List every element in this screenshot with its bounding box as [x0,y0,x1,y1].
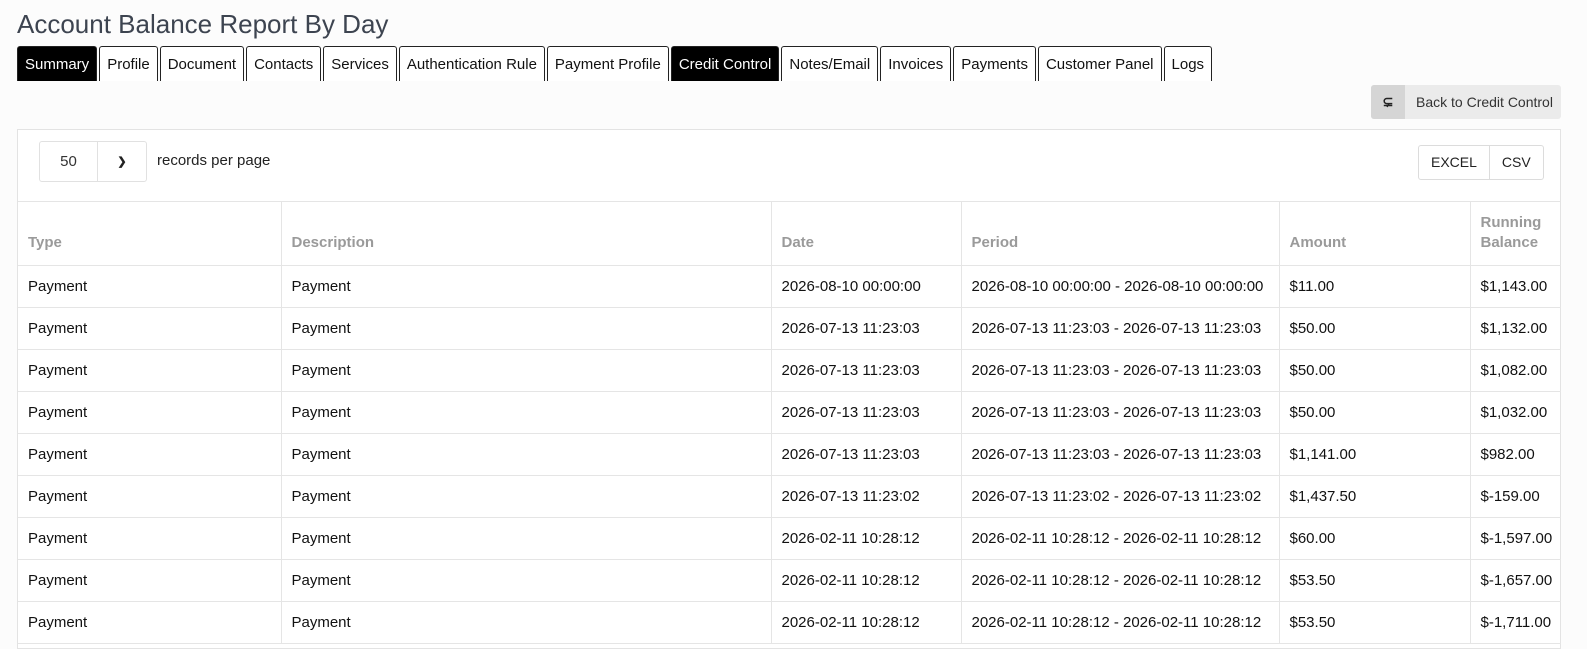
column-header-running-balance[interactable]: Running Balance [1470,202,1561,266]
column-header-description[interactable]: Description [281,202,772,266]
table-row: Payment Payment 2026-02-11 10:28:12 2026-02… [18,601,1561,644]
tab-summary[interactable]: Summary [17,46,98,81]
running-balance-cell: $1,032.00 [1470,391,1561,434]
running-balance-cell: $-1,657.00 [1470,559,1561,602]
tab-profile[interactable]: Profile [99,46,158,81]
records-per-page-value: 50 [40,142,98,181]
amount-cell: $1,141.00 [1279,433,1471,476]
running-balance-cell: $1,143.00 [1470,265,1561,308]
date-cell: 2026-07-13 11:23:03 [771,349,962,392]
back-arrow-icon: ⊊ [1371,85,1405,119]
tab-payment-profile[interactable]: Payment Profile [546,46,669,81]
table-row: Payment Payment 2026-07-13 11:23:02 2026-07… [18,475,1561,518]
back-to-credit-control-button[interactable]: ⊊ Back to Credit Control [1371,85,1561,119]
description-cell: Payment [281,307,772,350]
tab-notes-email[interactable]: Notes/Email [781,46,879,81]
running-balance-cell: $-159.00 [1470,475,1561,518]
table-row: Payment Payment 2026-02-11 10:28:12 2026-02… [18,559,1561,602]
description-cell: Payment [281,517,772,560]
tab-authentication-rule[interactable]: Authentication Rule [398,46,545,81]
amount-cell: $50.00 [1279,349,1471,392]
description-cell: Payment [281,265,772,308]
tab-customer-panel[interactable]: Customer Panel [1037,46,1162,81]
column-header-type[interactable]: Type [18,202,282,266]
type-cell: Payment [18,433,282,476]
type-cell: Payment [18,601,282,644]
period-cell: 2026-02-11 10:28:12 - 2026-02-11 10:28:1… [961,559,1280,602]
table-toolbar: 50 ❯ records per page EXCEL CSV [18,130,1560,202]
balance-table: Type Description Date Period Amount Running B… [18,202,1561,644]
description-cell: Payment [281,601,772,644]
tab-bar: Summary Profile Document Contacts Services Au… [17,46,1213,81]
type-cell: Payment [18,265,282,308]
period-cell: 2026-07-13 11:23:02 - 2026-07-13 11:23:0… [961,475,1280,518]
amount-cell: $11.00 [1279,265,1471,308]
period-cell: 2026-07-13 11:23:03 - 2026-07-13 11:23:0… [961,307,1280,350]
tab-credit-control[interactable]: Credit Control [670,46,780,81]
type-cell: Payment [18,475,282,518]
amount-cell: $53.50 [1279,601,1471,644]
records-per-page-label: records per page [157,152,271,169]
table-header-row: Type Description Date Period Amount Running B… [18,202,1561,266]
type-cell: Payment [18,559,282,602]
type-cell: Payment [18,391,282,434]
amount-cell: $53.50 [1279,559,1471,602]
running-balance-cell: $-1,597.00 [1470,517,1561,560]
table-body: Payment Payment 2026-08-10 00:00:00 2026-08… [18,265,1561,644]
description-cell: Payment [281,349,772,392]
records-per-page-select[interactable]: 50 ❯ [39,141,147,182]
date-cell: 2026-07-13 11:23:03 [771,307,962,350]
date-cell: 2026-07-13 11:23:03 [771,391,962,434]
type-cell: Payment [18,517,282,560]
period-cell: 2026-02-11 10:28:12 - 2026-02-11 10:28:1… [961,601,1280,644]
column-header-period[interactable]: Period [961,202,1280,266]
running-balance-cell: $-1,711.00 [1470,601,1561,644]
chevron-down-icon[interactable]: ❯ [98,142,146,181]
table-row: Payment Payment 2026-08-10 00:00:00 2026-08… [18,265,1561,308]
excel-export-button[interactable]: EXCEL [1419,146,1489,179]
period-cell: 2026-07-13 11:23:03 - 2026-07-13 11:23:0… [961,349,1280,392]
tab-contacts[interactable]: Contacts [246,46,322,81]
table-row: Payment Payment 2026-07-13 11:23:03 2026-07… [18,349,1561,392]
amount-cell: $60.00 [1279,517,1471,560]
description-cell: Payment [281,391,772,434]
running-balance-cell: $982.00 [1470,433,1561,476]
amount-cell: $50.00 [1279,391,1471,434]
tab-document[interactable]: Document [159,46,245,81]
description-cell: Payment [281,559,772,602]
export-buttons: EXCEL CSV [1418,145,1544,180]
tab-services[interactable]: Services [323,46,397,81]
period-cell: 2026-02-11 10:28:12 - 2026-02-11 10:28:1… [961,517,1280,560]
date-cell: 2026-02-11 10:28:12 [771,517,962,560]
column-header-date[interactable]: Date [771,202,962,266]
table-row: Payment Payment 2026-02-11 10:28:12 2026-02… [18,517,1561,560]
column-header-amount[interactable]: Amount [1279,202,1471,266]
date-cell: 2026-02-11 10:28:12 [771,559,962,602]
amount-cell: $1,437.50 [1279,475,1471,518]
date-cell: 2026-07-13 11:23:02 [771,475,962,518]
tab-logs[interactable]: Logs [1163,46,1213,81]
back-button-label: Back to Credit Control [1416,94,1553,110]
tab-payments[interactable]: Payments [953,46,1036,81]
table-row: Payment Payment 2026-07-13 11:23:03 2026-07… [18,391,1561,434]
description-cell: Payment [281,475,772,518]
type-cell: Payment [18,307,282,350]
date-cell: 2026-08-10 00:00:00 [771,265,962,308]
date-cell: 2026-07-13 11:23:03 [771,433,962,476]
report-panel: 50 ❯ records per page EXCEL CSV Type Desc… [17,129,1561,649]
period-cell: 2026-07-13 11:23:03 - 2026-07-13 11:23:0… [961,433,1280,476]
type-cell: Payment [18,349,282,392]
tab-invoices[interactable]: Invoices [880,46,952,81]
csv-export-button[interactable]: CSV [1488,146,1543,179]
table-row: Payment Payment 2026-07-13 11:23:03 2026-07… [18,433,1561,476]
date-cell: 2026-02-11 10:28:12 [771,601,962,644]
table-row: Payment Payment 2026-07-13 11:23:03 2026-07… [18,307,1561,350]
running-balance-cell: $1,082.00 [1470,349,1561,392]
period-cell: 2026-08-10 00:00:00 - 2026-08-10 00:00:0… [961,265,1280,308]
running-balance-cell: $1,132.00 [1470,307,1561,350]
page-title: Account Balance Report By Day [17,9,389,39]
amount-cell: $50.00 [1279,307,1471,350]
description-cell: Payment [281,433,772,476]
period-cell: 2026-07-13 11:23:03 - 2026-07-13 11:23:0… [961,391,1280,434]
